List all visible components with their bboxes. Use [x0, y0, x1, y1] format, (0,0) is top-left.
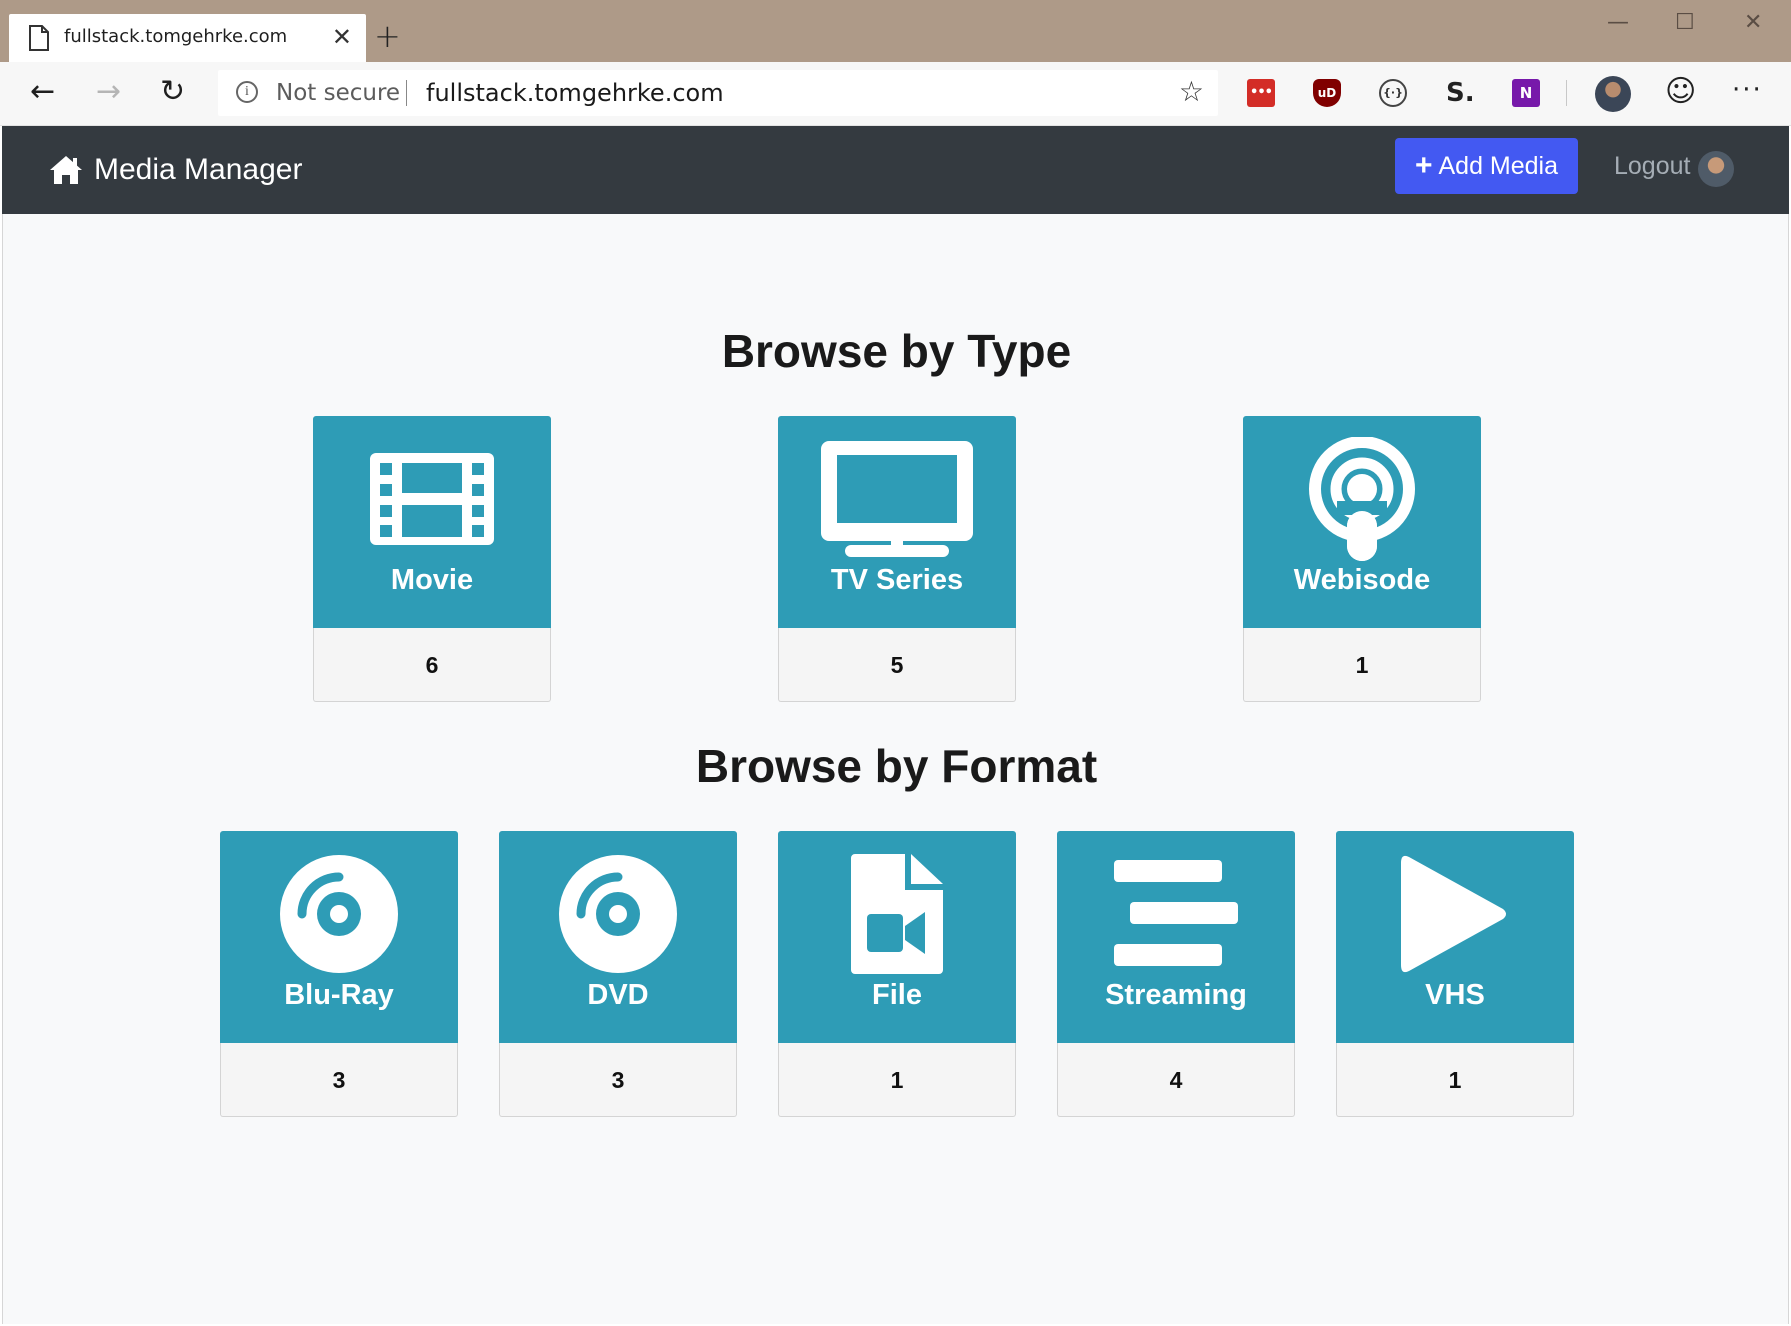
s-extension-icon[interactable]: S. — [1446, 79, 1475, 107]
browser-toolbar: ← → ↻ i Not secure fullstack.tomgehrke.c… — [0, 62, 1791, 126]
card-header[interactable]: DVD — [499, 831, 737, 1043]
url-separator — [406, 80, 407, 106]
file-video-icon — [851, 854, 943, 974]
main-content: Browse by Type Movie 6 TV Series 5 Webis… — [2, 214, 1789, 1324]
not-secure-label[interactable]: Not secure — [276, 80, 400, 106]
card-count: 6 — [313, 628, 551, 702]
card-label: File — [872, 979, 922, 1011]
card-label: VHS — [1425, 979, 1485, 1011]
podcast-icon — [1309, 437, 1415, 561]
maximize-button[interactable]: ☐ — [1675, 10, 1695, 36]
tab-title: fullstack.tomgehrke.com — [64, 26, 288, 47]
close-window-button[interactable]: ✕ — [1744, 10, 1762, 36]
onenote-extension-icon[interactable]: N — [1512, 79, 1540, 107]
home-icon — [50, 156, 82, 184]
browser-profile-avatar[interactable] — [1595, 76, 1631, 112]
ublock-extension-icon[interactable]: uD — [1313, 79, 1341, 107]
address-bar[interactable]: i Not secure fullstack.tomgehrke.com ☆ — [218, 70, 1218, 116]
browser-titlebar: fullstack.tomgehrke.com ✕ + — ☐ ✕ — [0, 0, 1791, 62]
reload-button[interactable]: ↻ — [160, 74, 185, 110]
lastpass-extension-icon[interactable]: ••• — [1247, 79, 1275, 107]
card-count: 4 — [1057, 1043, 1295, 1117]
card-count: 1 — [778, 1043, 1016, 1117]
new-tab-button[interactable]: + — [374, 20, 401, 52]
json-extension-icon[interactable]: {·} — [1379, 79, 1407, 107]
add-media-label: Add Media — [1438, 151, 1559, 180]
app-navbar: Media Manager + Add Media Logout — [2, 126, 1789, 214]
card-count: 1 — [1336, 1043, 1574, 1117]
play-icon — [1401, 855, 1506, 973]
card-header[interactable]: File — [778, 831, 1016, 1043]
user-avatar[interactable] — [1698, 151, 1734, 187]
card-label: Streaming — [1105, 979, 1247, 1011]
card-count: 1 — [1243, 628, 1481, 702]
info-icon[interactable]: i — [236, 81, 258, 103]
back-button[interactable]: ← — [30, 74, 55, 110]
browse-by-format-heading: Browse by Format — [695, 740, 1098, 792]
card-label: Blu-Ray — [284, 979, 394, 1011]
card-count: 3 — [220, 1043, 458, 1117]
card-label: DVD — [587, 979, 649, 1011]
minimize-button[interactable]: — — [1607, 10, 1629, 36]
add-media-button[interactable]: + Add Media — [1395, 138, 1578, 194]
format-card-blu-ray[interactable]: Blu-Ray 3 — [220, 831, 458, 1117]
card-count: 5 — [778, 628, 1016, 702]
card-label: TV Series — [830, 564, 964, 596]
page-icon — [29, 25, 49, 51]
card-header[interactable]: Blu-Ray — [220, 831, 458, 1043]
browse-by-type-heading: Browse by Type — [721, 325, 1072, 377]
feedback-smiley-icon[interactable]: ☺ — [1665, 74, 1696, 110]
format-card-dvd[interactable]: DVD 3 — [499, 831, 737, 1117]
tab-close-icon[interactable]: ✕ — [332, 23, 352, 51]
url-text[interactable]: fullstack.tomgehrke.com — [426, 79, 724, 107]
format-card-streaming[interactable]: Streaming 4 — [1057, 831, 1295, 1117]
type-card-tv-series[interactable]: TV Series 5 — [778, 416, 1016, 702]
brand-title: Media Manager — [94, 153, 303, 186]
toolbar-separator — [1566, 80, 1567, 106]
card-header[interactable]: Streaming — [1057, 831, 1295, 1043]
format-card-file[interactable]: File 1 — [778, 831, 1016, 1117]
browser-tab[interactable]: fullstack.tomgehrke.com ✕ — [9, 14, 366, 62]
favorite-star-icon[interactable]: ☆ — [1179, 77, 1204, 107]
card-header[interactable]: VHS — [1336, 831, 1574, 1043]
film-icon — [370, 453, 494, 545]
more-menu-icon[interactable]: ··· — [1732, 72, 1763, 108]
tv-icon — [821, 441, 973, 557]
brand-link[interactable]: Media Manager — [48, 148, 302, 192]
stream-icon — [1114, 860, 1238, 966]
card-label: Movie — [390, 564, 474, 596]
logout-link[interactable]: Logout — [1614, 152, 1690, 181]
type-card-webisode[interactable]: Webisode 1 — [1243, 416, 1481, 702]
card-header[interactable]: Webisode — [1243, 416, 1481, 628]
forward-button[interactable]: → — [96, 74, 121, 110]
card-label: Webisode — [1293, 564, 1431, 596]
card-header[interactable]: TV Series — [778, 416, 1016, 628]
plus-icon: + — [1414, 149, 1433, 182]
card-header[interactable]: Movie — [313, 416, 551, 628]
format-card-vhs[interactable]: VHS 1 — [1336, 831, 1574, 1117]
compact-disc-icon — [280, 855, 398, 973]
compact-disc-icon — [559, 855, 677, 973]
type-card-movie[interactable]: Movie 6 — [313, 416, 551, 702]
card-count: 3 — [499, 1043, 737, 1117]
